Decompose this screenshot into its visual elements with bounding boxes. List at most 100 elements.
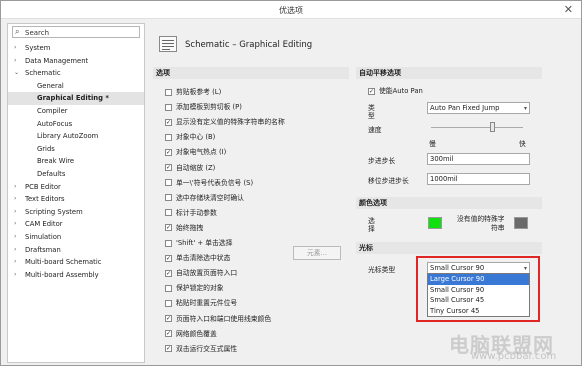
tree-item[interactable]: Grids [8, 143, 144, 156]
tree-item-label: Draftsman [25, 245, 61, 254]
tree-item[interactable]: Compiler [8, 105, 144, 118]
speed-slider-track[interactable] [431, 127, 523, 128]
tree-item[interactable]: › Data Management [8, 55, 144, 68]
tree-item-label: Multi-board Schematic [25, 258, 102, 267]
option-label: 剪贴板参考 (L) [176, 88, 222, 96]
title-bar: 优选项 ✕ [1, 1, 581, 19]
tree-item[interactable]: Library AutoZoom [8, 130, 144, 143]
watermark-url: www.pcbbar.com [471, 351, 557, 362]
checkbox[interactable]: ✓ [165, 148, 172, 156]
checkbox[interactable] [165, 299, 172, 307]
close-icon[interactable]: ✕ [564, 3, 573, 16]
tree-item-label: CAM Editor [25, 220, 63, 229]
checkbox[interactable] [165, 88, 172, 96]
checkbox[interactable] [165, 194, 172, 202]
tree-item[interactable]: Graphical Editing * [8, 92, 144, 105]
tree-item-label: PCB Editor [25, 182, 61, 191]
checkbox[interactable] [165, 103, 172, 111]
option-label: 单击清除选中状态 [176, 254, 231, 263]
tree-item[interactable]: Break Wire [8, 155, 144, 168]
tree-item[interactable]: › PCB Editor [8, 181, 144, 194]
option-label: 自动放置页面符入口 [176, 269, 238, 278]
option-label: 对象中心 (B) [176, 133, 216, 142]
tree-item[interactable]: › CAM Editor [8, 218, 144, 231]
checkbox[interactable]: ✓ [165, 164, 172, 171]
tree-item[interactable]: › Scripting System [8, 206, 144, 219]
chevron-right-icon[interactable]: › [14, 206, 16, 219]
tree-item-label: AutoFocus [37, 119, 73, 128]
option-label: 粘贴时重置元件位号 [176, 299, 238, 308]
color-section-header: 颜色选项 [356, 197, 542, 209]
tree-item[interactable]: General [8, 80, 144, 93]
tree-item[interactable]: › Draftsman [8, 244, 144, 257]
undefined-string-color-swatch[interactable] [514, 217, 528, 229]
checkbox[interactable]: ✓ [165, 269, 172, 277]
checkbox[interactable] [165, 209, 172, 217]
chevron-right-icon[interactable]: › [14, 193, 16, 206]
autopan-type-select[interactable]: Auto Pan Fixed Jump ▾ [427, 102, 530, 114]
checkbox[interactable] [165, 239, 172, 247]
checkbox[interactable]: ✓ [165, 254, 172, 262]
chevron-right-icon[interactable]: › [14, 55, 16, 68]
search-box[interactable]: ⌕ [12, 26, 140, 38]
autopan-type-value: Auto Pan Fixed Jump [430, 104, 500, 112]
shift-step-size-input[interactable]: 1000mil [427, 173, 530, 185]
tree-item-label: Graphical Editing * [37, 94, 109, 103]
tree-item-label: Compiler [37, 106, 68, 115]
chevron-right-icon[interactable]: › [14, 269, 16, 282]
option-label: 单一\'符号代表负信号 (S) [176, 178, 254, 187]
chevron-down-icon[interactable]: ⌄ [14, 67, 19, 80]
tree-item[interactable]: ⌄ Schematic [8, 67, 144, 80]
option-label: 标计手动参数 [176, 208, 217, 217]
tree-item[interactable]: › System [8, 42, 144, 55]
tree-item-label: Grids [37, 144, 55, 153]
step-size-input[interactable]: 300mil [427, 153, 530, 165]
tree-item[interactable]: › Multi-board Schematic [8, 256, 144, 269]
undefined-string-color-label: 没有值的特殊字 符串 [457, 215, 505, 232]
tree-item[interactable]: › Simulation [8, 231, 144, 244]
option-label: 双击运行交互式属性 [176, 344, 238, 353]
chevron-right-icon[interactable]: › [14, 218, 16, 231]
checkbox[interactable]: ✓ [165, 315, 172, 322]
checkbox[interactable]: ✓ [165, 224, 172, 232]
chevron-right-icon[interactable]: › [14, 231, 16, 244]
options-section-header: 选项 [153, 67, 349, 79]
option-label: 添加模板到剪切板 (P) [176, 103, 242, 112]
tree-item-label: Text Editors [25, 195, 65, 204]
checkbox-mark[interactable]: ✓ [368, 87, 375, 95]
cursor-type-label: 光标类型 [368, 266, 396, 274]
checkbox[interactable] [165, 284, 172, 292]
tree-item[interactable]: Defaults [8, 168, 144, 181]
option-label: 对象电气热点 (I) [176, 148, 227, 157]
checkbox[interactable] [165, 133, 172, 141]
option-label: 显示没有定义值的特殊字符串的名称 [176, 118, 285, 127]
elements-button[interactable]: 元素... [293, 246, 341, 260]
option-label: 页面符入口和端口使用线束颜色 [176, 314, 272, 323]
step-size-label: 步进步长 [368, 157, 396, 165]
search-input[interactable] [25, 28, 135, 37]
tree-item-label: General [37, 81, 64, 90]
chevron-down-icon: ▾ [523, 105, 527, 112]
checkbox[interactable] [165, 179, 172, 187]
chevron-right-icon[interactable]: › [14, 256, 16, 269]
speed-slider-thumb[interactable] [489, 122, 495, 132]
selection-color-swatch[interactable] [428, 217, 442, 229]
checkbox[interactable]: ✓ [165, 345, 172, 353]
chevron-right-icon[interactable]: › [14, 42, 16, 55]
tree-item[interactable]: AutoFocus [8, 118, 144, 131]
autopan-enable-label: 使能Auto Pan [379, 87, 423, 95]
chevron-right-icon[interactable]: › [14, 181, 16, 194]
option-label: 选中存储块清空时确认 [176, 193, 244, 202]
option-label: 'Shift' + 单击选择 [176, 239, 233, 247]
tree-item-label: Scripting System [25, 207, 83, 216]
option-label: 保护锁定的对象 [176, 284, 224, 293]
autopan-type-label: 类 型 [368, 104, 375, 120]
checkbox[interactable]: ✓ [165, 118, 172, 126]
tree-item-label: Simulation [25, 232, 62, 241]
chevron-right-icon[interactable]: › [14, 244, 16, 257]
checkbox[interactable]: ✓ [165, 330, 172, 338]
search-icon: ⌕ [15, 27, 20, 36]
tree-item[interactable]: › Text Editors [8, 193, 144, 206]
tree-item-label: Schematic [25, 69, 61, 78]
tree-item[interactable]: › Multi-board Assembly [8, 269, 144, 282]
